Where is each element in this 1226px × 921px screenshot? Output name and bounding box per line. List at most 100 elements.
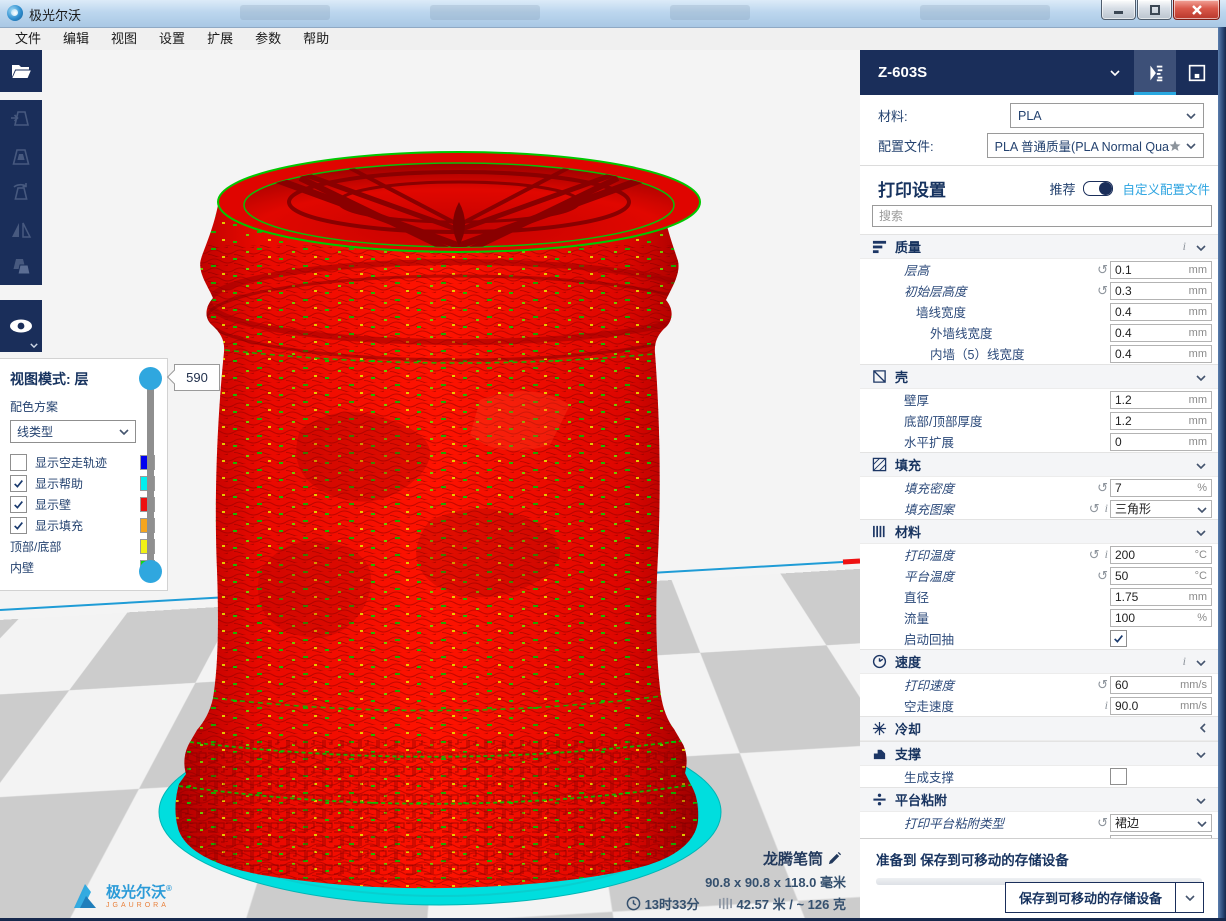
- legend-checkbox[interactable]: [10, 475, 27, 492]
- layer-slider-handle-top[interactable]: [139, 367, 162, 390]
- settings-category-cooling[interactable]: 冷却: [860, 716, 1218, 741]
- layer-slider-handle-bottom[interactable]: [139, 560, 162, 583]
- move-tool-button[interactable]: [0, 100, 42, 137]
- menu-item[interactable]: 文件: [4, 28, 52, 50]
- setting-label: 内墙（5）线宽度: [930, 344, 1024, 363]
- save-to-removable-button[interactable]: 保存到可移动的存储设备: [1005, 882, 1204, 913]
- setting-select[interactable]: 三角形: [1110, 500, 1212, 518]
- settings-category-infill[interactable]: 填充: [860, 452, 1218, 477]
- reset-value-button[interactable]: ↺: [1097, 263, 1108, 276]
- model-info: 龙腾笔筒 90.8 x 90.8 x 118.0 毫米 13时33分 42.57…: [622, 845, 846, 913]
- menu-item[interactable]: 扩展: [196, 28, 244, 50]
- layer-slider-track[interactable]: [147, 378, 154, 573]
- setting-value: 200: [1115, 548, 1135, 562]
- settings-category-adhesion[interactable]: 平台粘附: [860, 787, 1218, 812]
- mirror-tool-button[interactable]: [0, 211, 42, 248]
- setting-value-field[interactable]: 1.2mm: [1110, 391, 1212, 409]
- setting-value-field[interactable]: 0.3mm: [1110, 282, 1212, 300]
- save-options-chevron[interactable]: [1175, 883, 1203, 912]
- profile-select[interactable]: PLA 普通质量(PLA Normal Qua: [987, 133, 1204, 158]
- setting-value-field[interactable]: 0.4mm: [1110, 345, 1212, 363]
- profile-value: PLA 普通质量(PLA Normal Qua: [995, 136, 1169, 155]
- setting-checkbox[interactable]: [1110, 768, 1127, 785]
- reset-value-button[interactable]: ↺: [1097, 569, 1108, 582]
- reset-value-button[interactable]: ↺: [1097, 481, 1108, 494]
- recommended-toggle[interactable]: [1083, 181, 1113, 196]
- setting-value-field[interactable]: 90.0mm/s: [1110, 697, 1212, 715]
- minimize-button[interactable]: [1101, 0, 1136, 20]
- tab-print-setup[interactable]: [1134, 50, 1176, 95]
- legend-checkbox[interactable]: [10, 496, 27, 513]
- setting-value-field[interactable]: 50°C: [1110, 567, 1212, 585]
- setting-value-field[interactable]: 200°C: [1110, 546, 1212, 564]
- edit-pencil-icon[interactable]: [827, 851, 842, 866]
- scale-tool-button[interactable]: [0, 137, 42, 174]
- custom-profile-link[interactable]: 自定义配置文件: [1122, 179, 1210, 198]
- maximize-button[interactable]: [1137, 0, 1172, 20]
- panel-footer: 准备到 保存到可移动的存储设备 保存到可移动的存储设备: [860, 838, 1218, 921]
- material-select[interactable]: PLA: [1010, 103, 1204, 128]
- chevron-down-icon: [1196, 653, 1206, 671]
- setting-value: 三角形: [1115, 500, 1151, 517]
- per-model-settings-button[interactable]: [0, 248, 42, 285]
- setting-label: 外墙线宽度: [930, 323, 993, 342]
- settings-category-quality[interactable]: 质量i: [860, 234, 1218, 259]
- reset-value-button[interactable]: ↺: [1089, 502, 1100, 515]
- setting-unit: mm: [1189, 285, 1207, 297]
- viewport-3d[interactable]: 视图模式: 层 配色方案 线类型 显示空走轨迹显示帮助显示壁显示填充顶部/底部内…: [0, 50, 861, 921]
- setting-value: 90.0: [1115, 699, 1138, 713]
- settings-category-support[interactable]: 支撑: [860, 741, 1218, 766]
- setting-checkbox[interactable]: [1110, 630, 1127, 647]
- rotate-tool-button[interactable]: [0, 174, 42, 211]
- setting-row: 打印速度↺60mm/s: [860, 674, 1218, 695]
- setting-value-field[interactable]: 60mm/s: [1110, 676, 1212, 694]
- settings-category-shell[interactable]: 壳: [860, 364, 1218, 389]
- material-usage: 42.57 米 / ~ 126 克: [737, 894, 847, 913]
- view-mode-button[interactable]: [0, 300, 42, 352]
- mirror-tool-icon: [9, 218, 33, 242]
- material-value: PLA: [1018, 109, 1042, 123]
- legend-checkbox[interactable]: [10, 454, 27, 471]
- setting-value-field[interactable]: 0.4mm: [1110, 303, 1212, 321]
- legend-label: 内壁: [10, 559, 34, 576]
- menu-item[interactable]: 参数: [244, 28, 292, 50]
- search-input[interactable]: [872, 205, 1212, 227]
- setting-value-field[interactable]: 1.2mm: [1110, 412, 1212, 430]
- reset-value-button[interactable]: ↺: [1097, 816, 1108, 829]
- slice-preview-icon: [1144, 62, 1166, 84]
- reset-value-button[interactable]: ↺: [1089, 548, 1100, 561]
- legend-checkbox[interactable]: [10, 517, 27, 534]
- legend-row: 显示空走轨迹: [10, 452, 167, 473]
- menu-item[interactable]: 编辑: [52, 28, 100, 50]
- menu-item[interactable]: 设置: [148, 28, 196, 50]
- setting-label: 填充图案: [904, 499, 954, 518]
- setting-label: 空走速度: [904, 696, 954, 715]
- setting-value-field[interactable]: 100%: [1110, 609, 1212, 627]
- setting-value: 0.4: [1115, 305, 1132, 319]
- setting-value-field[interactable]: 1.75mm: [1110, 588, 1212, 606]
- setting-value-field[interactable]: 0.1mm: [1110, 261, 1212, 279]
- menu-item[interactable]: 帮助: [292, 28, 340, 50]
- setting-value: 0.4: [1115, 326, 1132, 340]
- open-file-button[interactable]: [0, 50, 42, 92]
- model-pen-holder[interactable]: [168, 152, 713, 895]
- tab-monitor[interactable]: [1176, 50, 1218, 95]
- setting-unit: mm: [1189, 436, 1207, 448]
- color-scheme-select[interactable]: 线类型: [10, 420, 136, 443]
- chevron-down-icon[interactable]: [1110, 70, 1120, 76]
- chevron-down-icon: [1196, 238, 1206, 256]
- setting-value-field[interactable]: 0.4mm: [1110, 324, 1212, 342]
- legend-label: 显示壁: [35, 496, 71, 513]
- setting-select[interactable]: 裙边: [1110, 814, 1212, 832]
- printer-selector[interactable]: Z-603S: [878, 64, 927, 81]
- reset-value-button[interactable]: ↺: [1097, 678, 1108, 691]
- setting-value-field[interactable]: 0mm: [1110, 433, 1212, 451]
- menu-item[interactable]: 视图: [100, 28, 148, 50]
- settings-category-material[interactable]: 材料: [860, 519, 1218, 544]
- close-button[interactable]: [1173, 0, 1220, 20]
- setting-row: 流量100%: [860, 607, 1218, 628]
- setting-label: 层高: [904, 260, 929, 279]
- settings-category-speed[interactable]: 速度i: [860, 649, 1218, 674]
- setting-value-field[interactable]: 7%: [1110, 479, 1212, 497]
- reset-value-button[interactable]: ↺: [1097, 284, 1108, 297]
